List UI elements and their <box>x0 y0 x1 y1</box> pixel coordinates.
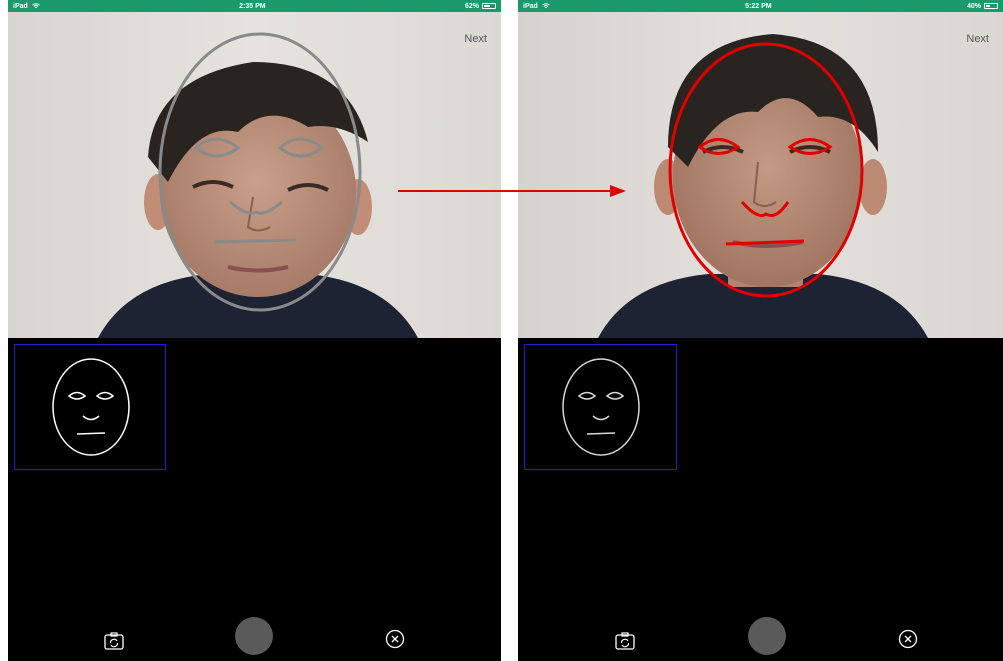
switch-camera-icon[interactable] <box>615 632 635 650</box>
left-screen: iPad 2:35 PM 62% Next <box>8 0 501 661</box>
face-outline-icon <box>52 358 130 456</box>
status-bar: iPad 2:35 PM 62% <box>8 0 501 12</box>
wifi-icon <box>542 3 550 9</box>
right-screen: iPad 5:22 PM 40% Next <box>518 0 1003 661</box>
carrier-label: iPad <box>523 2 538 10</box>
status-time: 2:35 PM <box>239 2 266 10</box>
battery-icon <box>482 3 496 9</box>
shutter-icon[interactable] <box>235 617 273 655</box>
battery-percent: 62% <box>464 2 479 10</box>
camera-controls <box>8 615 501 661</box>
status-bar: iPad 5:22 PM 40% <box>518 0 1003 12</box>
next-button[interactable]: Next <box>966 33 989 45</box>
camera-view: Next <box>518 12 1003 338</box>
camera-feed <box>518 12 1003 338</box>
shutter-icon[interactable] <box>748 617 786 655</box>
close-circle-icon[interactable] <box>898 629 918 649</box>
battery: 40% <box>967 3 998 10</box>
carrier: iPad <box>13 3 40 10</box>
status-time: 5:22 PM <box>745 2 772 10</box>
transition-arrow-icon <box>398 185 626 197</box>
camera-controls <box>518 615 1003 661</box>
close-circle-icon[interactable] <box>385 629 405 649</box>
battery: 62% <box>465 3 496 10</box>
face-outline-icon <box>562 358 640 456</box>
wifi-icon <box>32 3 40 9</box>
next-button[interactable]: Next <box>464 33 487 45</box>
face-template-preview <box>14 344 166 470</box>
camera-feed <box>8 12 501 338</box>
switch-camera-icon[interactable] <box>104 632 124 650</box>
battery-percent: 40% <box>966 2 981 10</box>
carrier: iPad <box>523 3 550 10</box>
battery-icon <box>984 3 998 9</box>
camera-view: Next <box>8 12 501 338</box>
carrier-label: iPad <box>13 2 28 10</box>
face-template-preview <box>524 344 677 470</box>
